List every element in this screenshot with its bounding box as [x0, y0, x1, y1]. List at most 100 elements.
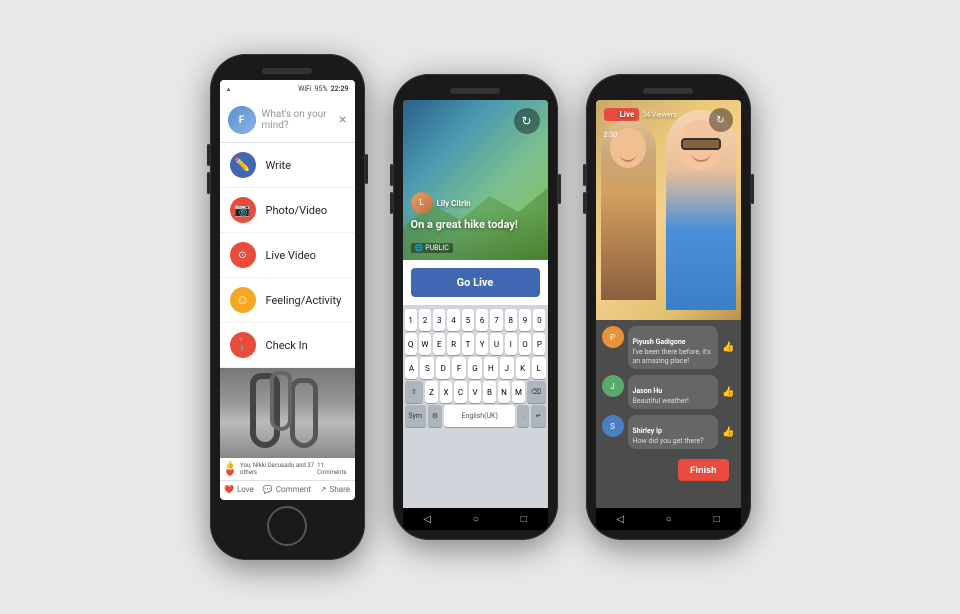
comment-bubble-2: Jason Hu Beautiful weather!	[628, 375, 719, 409]
key-b[interactable]: B	[483, 381, 496, 403]
key-v[interactable]: V	[469, 381, 482, 403]
key-t[interactable]: T	[462, 333, 474, 355]
sunglasses	[681, 138, 721, 150]
live-flip-icon: ↻	[716, 115, 724, 126]
love-label: Love	[237, 485, 254, 494]
key-d[interactable]: D	[436, 357, 450, 379]
recents-nav-button-3[interactable]: □	[714, 514, 720, 525]
key-9[interactable]: 9	[519, 309, 531, 331]
live-username: Lily Citrin	[437, 199, 471, 208]
key-4[interactable]: 4	[447, 309, 459, 331]
key-f[interactable]: F	[452, 357, 466, 379]
key-m[interactable]: M	[512, 381, 525, 403]
write-icon: ✏️	[230, 152, 256, 178]
key-7[interactable]: 7	[490, 309, 502, 331]
key-g[interactable]: G	[468, 357, 482, 379]
key-j[interactable]: J	[500, 357, 514, 379]
screen-2: ↻ L Lily Citrin On a great hike today! 🌐…	[403, 100, 548, 530]
key-h[interactable]: H	[484, 357, 498, 379]
comment-bubble-1: Piyush Gadigone I've been there before, …	[628, 326, 719, 369]
key-6[interactable]: 6	[476, 309, 488, 331]
menu-item-photo-video[interactable]: 📷 Photo/Video	[220, 188, 355, 233]
phone-2: ↻ L Lily Citrin On a great hike today! 🌐…	[393, 74, 558, 540]
shift-key[interactable]: ⇧	[405, 381, 424, 403]
key-q[interactable]: Q	[405, 333, 417, 355]
comment-text-1: I've been there before, it's an amazing …	[633, 348, 714, 366]
enter-key[interactable]: ↵	[531, 405, 545, 427]
home-nav-button-3[interactable]: ○	[666, 514, 672, 525]
menu-item-write[interactable]: ✏️ Write	[220, 143, 355, 188]
comment-button[interactable]: 💬 Comment	[263, 485, 311, 494]
home-nav-button[interactable]: ○	[473, 514, 479, 525]
write-label: Write	[266, 159, 291, 172]
key-l[interactable]: L	[532, 357, 546, 379]
user-avatar: F	[228, 106, 256, 134]
backspace-key[interactable]: ⌫	[527, 381, 546, 403]
key-8[interactable]: 8	[505, 309, 517, 331]
battery-indicator: 95%	[315, 85, 328, 93]
flip-icon: ↻	[521, 114, 531, 128]
screen-1: ▲ WiFi 95% 22:29 F What's on your mind? …	[220, 80, 355, 500]
menu-item-live-video[interactable]: ⊙ Live Video	[220, 233, 355, 278]
live-user-row: L Lily Citrin	[411, 192, 540, 214]
period-key[interactable]: .	[517, 405, 529, 427]
commenter-avatar-1: P	[602, 326, 624, 348]
home-button-1[interactable]	[267, 506, 307, 546]
space-key[interactable]: English(UK)	[444, 405, 515, 427]
photo-video-icon: 📷	[230, 197, 256, 223]
phone-1: ▲ WiFi 95% 22:29 F What's on your mind? …	[210, 54, 365, 560]
key-y[interactable]: Y	[476, 333, 488, 355]
recents-nav-button[interactable]: □	[521, 514, 527, 525]
go-live-button[interactable]: Go Live	[411, 268, 540, 297]
key-u[interactable]: U	[490, 333, 502, 355]
key-n[interactable]: N	[498, 381, 511, 403]
like-button-3[interactable]: 👍	[722, 427, 734, 438]
key-z[interactable]: Z	[425, 381, 438, 403]
sym-key[interactable]: Sym	[405, 405, 426, 427]
nav-bar-2: ◁ ○ □	[403, 508, 548, 530]
settings-key[interactable]: ⚙	[428, 405, 442, 427]
key-s[interactable]: S	[420, 357, 434, 379]
smile	[691, 152, 711, 162]
key-3[interactable]: 3	[433, 309, 445, 331]
close-button[interactable]: ×	[339, 112, 346, 128]
speaker-top-1	[262, 68, 312, 74]
globe-icon: 🌐	[415, 244, 424, 252]
share-button[interactable]: ↗ Share	[320, 485, 350, 494]
key-x[interactable]: X	[440, 381, 453, 403]
feeling-icon: ☺	[230, 287, 256, 313]
key-0[interactable]: 0	[533, 309, 545, 331]
key-k[interactable]: K	[516, 357, 530, 379]
nav-bar-3: ◁ ○ □	[596, 508, 741, 530]
live-video-area: Live 34 Viewers 2:30 ↻	[596, 100, 741, 320]
action-bar: ❤️ Love 💬 Comment ↗ Share	[220, 480, 355, 498]
keyboard-row-bottom: Sym ⚙ English(UK) . ↵	[405, 405, 546, 427]
key-i[interactable]: I	[505, 333, 517, 355]
key-1[interactable]: 1	[405, 309, 417, 331]
commenter-avatar-3: S	[602, 415, 624, 437]
like-button-1[interactable]: 👍	[722, 342, 734, 353]
menu-item-feeling[interactable]: ☺ Feeling/Activity	[220, 278, 355, 323]
live-flip-button[interactable]: ↻	[709, 108, 733, 132]
finish-button[interactable]: Finish	[678, 459, 729, 481]
back-nav-button[interactable]: ◁	[423, 514, 431, 525]
share-label: Share	[330, 485, 350, 494]
key-w[interactable]: W	[419, 333, 431, 355]
key-e[interactable]: E	[433, 333, 445, 355]
back-nav-button-3[interactable]: ◁	[616, 514, 624, 525]
love-button[interactable]: ❤️ Love	[224, 485, 254, 494]
key-o[interactable]: O	[519, 333, 531, 355]
like-button-2[interactable]: 👍	[722, 387, 734, 398]
composer-header[interactable]: F What's on your mind? ×	[220, 98, 355, 143]
live-video-icon: ⊙	[230, 242, 256, 268]
menu-item-check-in[interactable]: 📍 Check In	[220, 323, 355, 368]
key-5[interactable]: 5	[462, 309, 474, 331]
key-2[interactable]: 2	[419, 309, 431, 331]
flip-camera-button[interactable]: ↻	[514, 108, 540, 134]
phones-container: ▲ WiFi 95% 22:29 F What's on your mind? …	[190, 34, 771, 580]
key-a[interactable]: A	[405, 357, 419, 379]
key-r[interactable]: R	[447, 333, 459, 355]
key-c[interactable]: C	[454, 381, 467, 403]
comment-bubble-3: Shirley Ip How did you get there?	[628, 415, 719, 449]
key-p[interactable]: P	[533, 333, 545, 355]
